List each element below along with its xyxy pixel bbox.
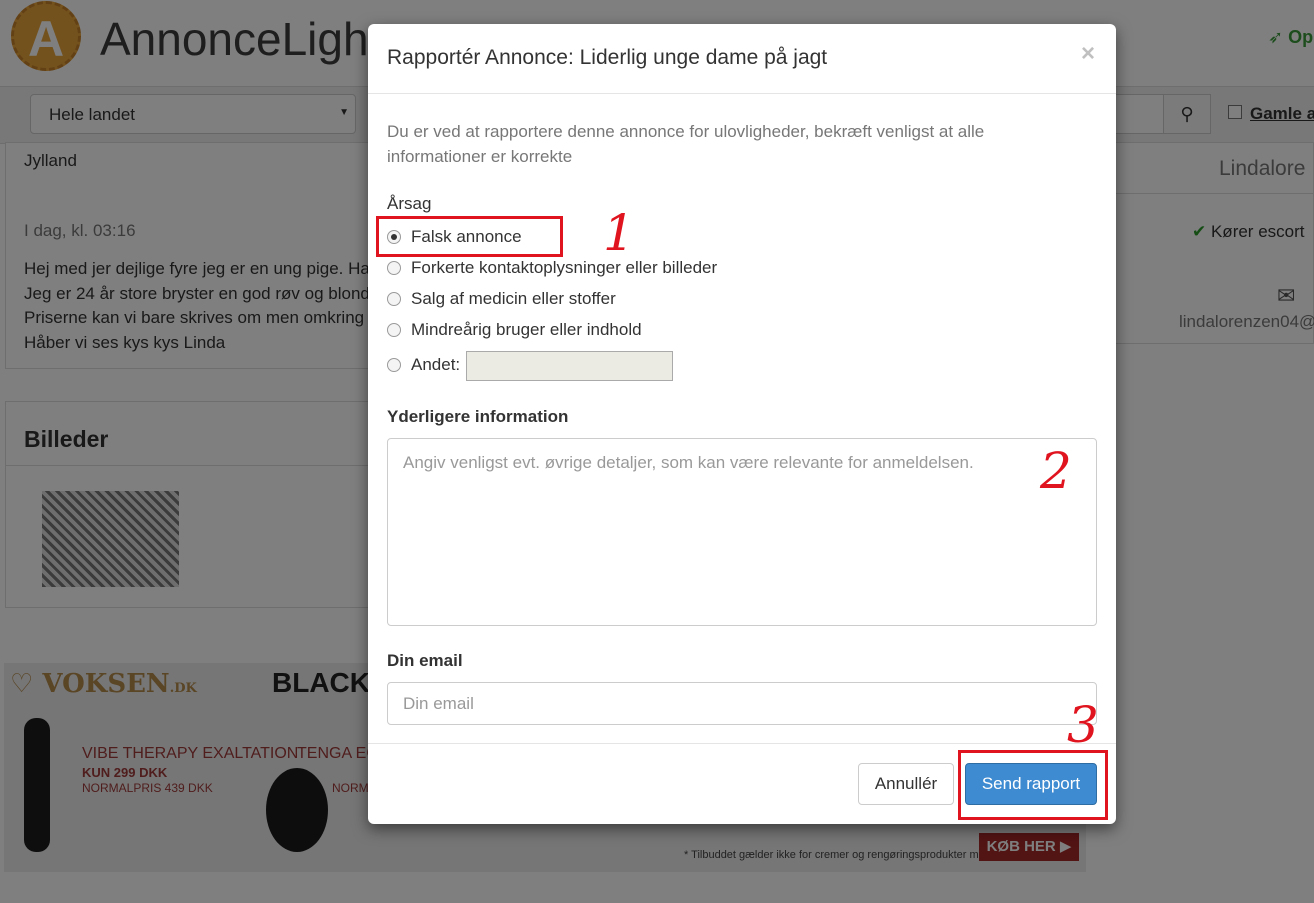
reason-label: Årsag bbox=[387, 194, 432, 213]
reason-option-wrong-contact[interactable]: Forkerte kontaktoplysninger eller billed… bbox=[387, 258, 717, 280]
annotation-box-3 bbox=[958, 750, 1108, 820]
modal-title: Rapportér Annonce: Liderlig unge dame på… bbox=[387, 46, 828, 69]
annotation-box-1 bbox=[376, 216, 563, 257]
radio-button[interactable] bbox=[387, 292, 401, 306]
reason-option-minor[interactable]: Mindreårig bruger eller indhold bbox=[387, 320, 642, 342]
email-field[interactable]: Din email bbox=[387, 682, 1097, 725]
email-label: Din email bbox=[387, 651, 463, 670]
annotation-number-3: 3 bbox=[1067, 696, 1099, 754]
annotation-number-1: 1 bbox=[603, 204, 635, 262]
report-modal: Rapportér Annonce: Liderlig unge dame på… bbox=[368, 24, 1116, 824]
other-reason-input[interactable] bbox=[466, 351, 673, 381]
modal-intro-text: Du er ved at rapportere denne annonce fo… bbox=[387, 122, 985, 166]
reason-option-other[interactable]: Andet: bbox=[387, 355, 460, 377]
modal-header: Rapportér Annonce: Liderlig unge dame på… bbox=[368, 24, 1116, 94]
radio-button[interactable] bbox=[387, 358, 401, 372]
cancel-button[interactable]: Annullér bbox=[858, 763, 954, 805]
extra-info-label: Yderligere information bbox=[387, 407, 569, 426]
close-icon[interactable]: × bbox=[1081, 40, 1095, 68]
extra-info-textarea[interactable]: Angiv venligst evt. øvrige detaljer, som… bbox=[387, 438, 1097, 626]
modal-footer-divider bbox=[368, 743, 1116, 744]
reason-option-drugs[interactable]: Salg af medicin eller stoffer bbox=[387, 289, 616, 311]
radio-button[interactable] bbox=[387, 261, 401, 275]
annotation-number-2: 2 bbox=[1040, 442, 1072, 500]
radio-button[interactable] bbox=[387, 323, 401, 337]
